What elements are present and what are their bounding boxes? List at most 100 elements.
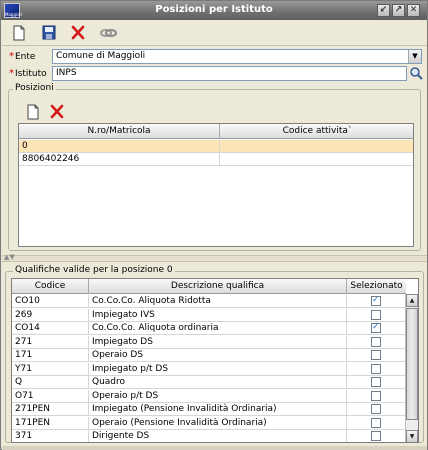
column-header-selezionato[interactable]: Selezionato — [347, 279, 406, 294]
selezionato-checkbox[interactable] — [371, 417, 381, 428]
istituto-label: Istituto — [15, 69, 47, 79]
table-row[interactable]: CO14 Co.Co.Co. Aliquota ordinaria ✓ — [12, 322, 406, 335]
selezionato-checkbox[interactable]: ✓ — [371, 295, 381, 306]
qualifiche-legend: Qualifiche valide per la posizione 0 — [13, 265, 175, 275]
codice-cell[interactable]: 269 — [12, 308, 89, 322]
selezionato-cell[interactable]: ✓ — [347, 322, 406, 335]
selezionato-checkbox[interactable] — [371, 431, 381, 441]
descrizione-cell[interactable]: Impiegato p/t DS — [89, 362, 347, 376]
table-row[interactable]: Y71 Impiegato p/t DS — [12, 362, 406, 376]
chevron-down-icon[interactable]: ▼ — [408, 50, 421, 63]
selezionato-cell[interactable] — [347, 390, 406, 403]
table-row[interactable]: 269 Impiegato IVS — [12, 308, 406, 322]
link-icon[interactable] — [98, 24, 118, 42]
table-row[interactable]: 8806402246 — [19, 153, 413, 166]
codice-attivita-cell[interactable] — [220, 140, 413, 153]
table-row[interactable]: Q Quadro — [12, 376, 406, 389]
column-header-codice[interactable]: Codice — [12, 279, 89, 294]
selezionato-cell[interactable] — [347, 376, 406, 389]
codice-cell[interactable]: 171PEN — [12, 416, 89, 430]
descrizione-cell[interactable]: Co.Co.Co. Aliquota Ridotta — [89, 295, 347, 308]
codice-cell[interactable]: 271 — [12, 335, 89, 349]
descrizione-cell[interactable]: Impiegato IVS — [89, 308, 347, 322]
search-icon[interactable] — [409, 66, 424, 81]
selezionato-cell[interactable] — [347, 363, 406, 376]
selezionato-cell[interactable]: ✓ — [347, 295, 406, 308]
descrizione-cell[interactable]: Operaio DS — [89, 349, 347, 362]
main-toolbar — [2, 21, 427, 46]
istituto-value: INPS — [56, 68, 77, 78]
splitter-handle[interactable]: ▲▼ — [2, 253, 427, 262]
selezionato-checkbox[interactable]: ✓ — [371, 322, 381, 333]
selezionato-cell[interactable] — [347, 417, 406, 430]
table-row[interactable]: 0 — [19, 140, 413, 153]
ente-combo[interactable]: Comune di Maggioli ▼ — [52, 49, 422, 64]
ente-value: Comune di Maggioli — [56, 51, 146, 61]
scroll-thumb[interactable] — [406, 308, 418, 420]
table-row[interactable]: 171PEN Operaio (Pensione Invalidità Ordin… — [12, 416, 406, 430]
codice-attivita-cell[interactable] — [220, 153, 413, 166]
vertical-scrollbar[interactable]: ▲ ▼ — [405, 294, 418, 442]
selezionato-checkbox[interactable] — [371, 336, 381, 347]
matricola-cell[interactable]: 8806402246 — [19, 153, 220, 166]
checkmark-icon: ✓ — [372, 322, 380, 332]
descrizione-cell[interactable]: Impiegato DS — [89, 335, 347, 349]
selezionato-checkbox[interactable] — [371, 309, 381, 320]
selezionato-checkbox[interactable] — [371, 404, 381, 414]
codice-cell[interactable]: O71 — [12, 389, 89, 403]
required-mark: * — [9, 51, 14, 62]
matricola-cell[interactable]: 0 — [19, 140, 220, 153]
descrizione-cell[interactable]: Operaio p/t DS — [89, 389, 347, 403]
table-row[interactable]: 271PEN Impiegato (Pensione Invalidità Ord… — [12, 403, 406, 416]
selezionato-checkbox[interactable] — [371, 350, 381, 360]
descrizione-cell[interactable]: Impiegato (Pensione Invalidità Ordinaria… — [89, 403, 347, 416]
new-document-icon[interactable] — [9, 24, 29, 42]
selezionato-cell[interactable] — [347, 309, 406, 322]
descrizione-cell[interactable]: Dirigente DS — [89, 430, 347, 442]
minimize-icon[interactable]: ↙ — [377, 4, 390, 17]
istituto-input[interactable]: INPS — [52, 66, 407, 81]
codice-cell[interactable]: Q — [12, 376, 89, 389]
codice-cell[interactable]: 271PEN — [12, 403, 89, 416]
column-header-codice-attivita[interactable]: Codice attivita` — [220, 124, 413, 139]
table-row[interactable]: O71 Operaio p/t DS — [12, 389, 406, 403]
selezionato-checkbox[interactable] — [371, 363, 381, 374]
selezionato-cell[interactable] — [347, 336, 406, 349]
descrizione-cell[interactable]: Co.Co.Co. Aliquota ordinaria — [89, 322, 347, 335]
new-posizione-icon[interactable] — [23, 103, 43, 121]
qualifiche-table: Codice Descrizione qualifica Selezionato… — [11, 278, 419, 443]
selezionato-cell[interactable] — [347, 430, 406, 442]
selezionato-checkbox[interactable] — [371, 377, 381, 387]
column-header-matricola[interactable]: N.ro/Matricola — [19, 124, 220, 139]
codice-cell[interactable]: CO10 — [12, 295, 89, 308]
posizioni-table: N.ro/Matricola Codice attivita` 0 880640… — [18, 123, 414, 247]
window-title: Posizioni per Istituto — [155, 4, 273, 15]
selezionato-checkbox[interactable] — [371, 390, 381, 401]
column-header-descrizione[interactable]: Descrizione qualifica — [89, 279, 347, 294]
table-row[interactable]: CO10 Co.Co.Co. Aliquota Ridotta ✓ — [12, 295, 406, 308]
save-icon[interactable] — [39, 24, 59, 42]
delete-posizione-icon[interactable] — [47, 103, 67, 121]
codice-cell[interactable]: 371 — [12, 430, 89, 442]
table-row[interactable]: 271 Impiegato DS — [12, 335, 406, 349]
table-row[interactable]: 171 Operaio DS — [12, 349, 406, 362]
descrizione-cell[interactable]: Quadro — [89, 376, 347, 389]
qualifiche-table-header: Codice Descrizione qualifica Selezionato — [12, 279, 406, 294]
codice-cell[interactable]: 171 — [12, 349, 89, 362]
selezionato-cell[interactable] — [347, 349, 406, 362]
window: Maggioli Posizioni per Istituto ↙ ↗ ✕ * … — [0, 0, 428, 450]
codice-cell[interactable]: CO14 — [12, 322, 89, 335]
close-window-icon[interactable]: ✕ — [407, 4, 420, 17]
maximize-icon[interactable]: ↗ — [392, 4, 405, 17]
splitter-arrows-icon: ▲▼ — [4, 253, 15, 261]
delete-icon[interactable] — [68, 24, 88, 42]
title-bar[interactable]: Maggioli Posizioni per Istituto ↙ ↗ ✕ — [1, 1, 427, 20]
descrizione-cell[interactable]: Operaio (Pensione Invalidità Ordinaria) — [89, 416, 347, 430]
ente-label: Ente — [15, 52, 36, 62]
selezionato-cell[interactable] — [347, 403, 406, 416]
scroll-down-icon[interactable]: ▼ — [406, 430, 418, 442]
status-bar — [2, 446, 427, 450]
scroll-up-icon[interactable]: ▲ — [406, 294, 418, 307]
table-row[interactable]: 371 Dirigente DS — [12, 430, 406, 442]
codice-cell[interactable]: Y71 — [12, 362, 89, 376]
